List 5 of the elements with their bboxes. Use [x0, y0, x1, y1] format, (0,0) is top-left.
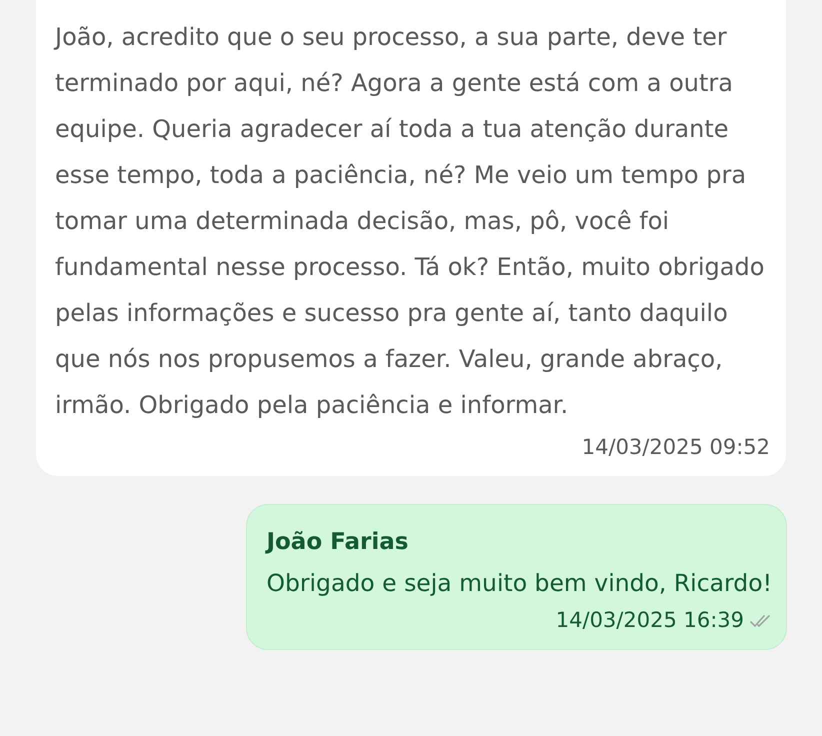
- sender-name: João Farias: [266, 528, 410, 556]
- message-text: Obrigado e seja muito bem vindo, Ricardo!: [266, 568, 772, 599]
- message-time: 14/03/2025 09:52: [582, 434, 770, 461]
- message-text: João, acredito que o seu processo, a sua parte, deve ter terminado por aqui, né? Agora a gente está com a outra equipe. Queria agradecer aí toda a tua atenção durante esse tempo, toda a paciência, né? Me veio um tempo pra tomar uma determinada decisão, mas, pô, você foi fundamental nesse processo. Tá ok? Então, muito obrigado pelas informações e sucesso pra gente aí, tanto daquilo que nós nos propusemos a fazer. Valeu, grande abraço, irmão. Obrigado pela paciência e informar.: [55, 22, 766, 421]
- message-time: 14/03/2025 16:39: [556, 607, 744, 634]
